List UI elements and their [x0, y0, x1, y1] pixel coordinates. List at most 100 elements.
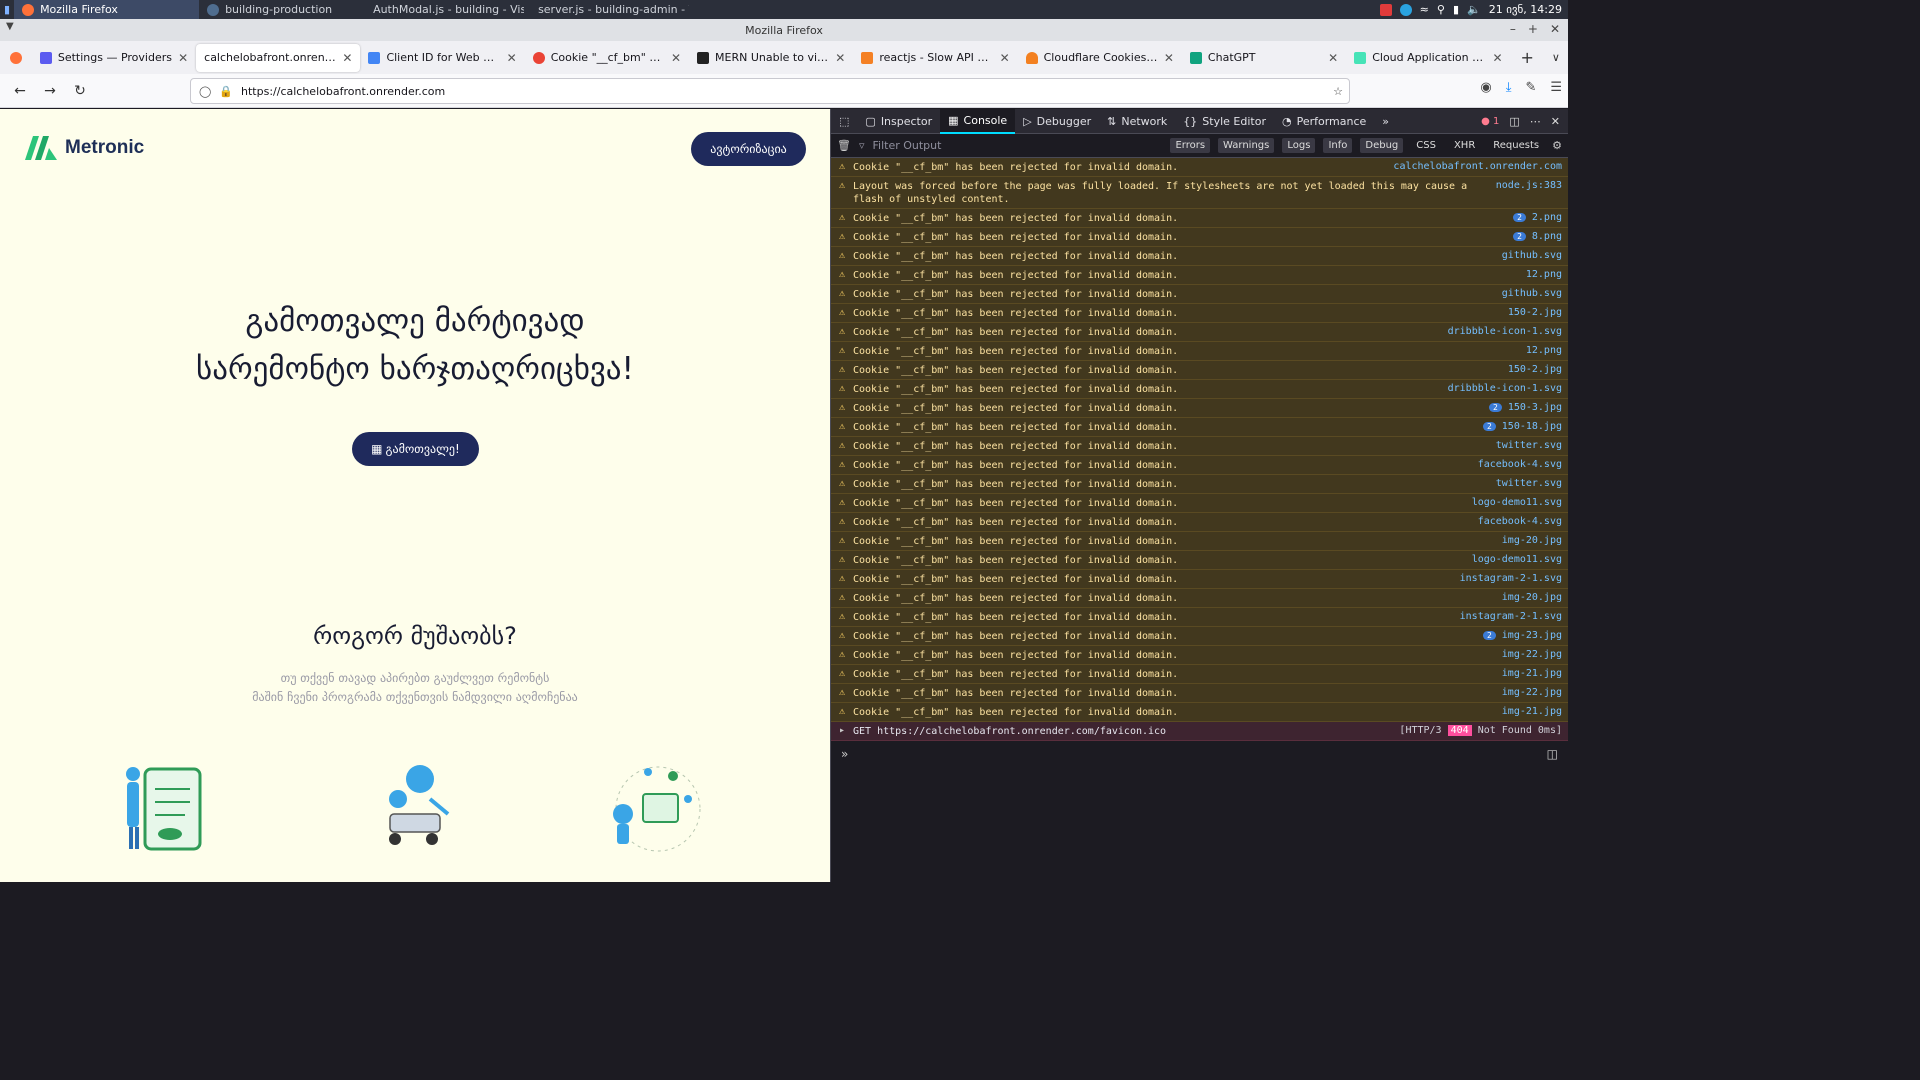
console-message-source[interactable]: 2 150-3.jpg: [1479, 402, 1562, 413]
battery-icon[interactable]: ▮: [1453, 3, 1459, 16]
console-message-row[interactable]: ⚠ Cookie "__cf_bm" has been rejected for …: [831, 285, 1568, 304]
console-message-source[interactable]: calchelobafront.onrender.com: [1383, 161, 1562, 172]
console-message-source[interactable]: github.svg: [1492, 288, 1562, 299]
console-message-row[interactable]: ⚠ Cookie "__cf_bm" has been rejected for …: [831, 247, 1568, 266]
console-message-source[interactable]: logo-demo11.svg: [1462, 554, 1562, 565]
source-link[interactable]: github.svg: [1502, 250, 1562, 261]
close-tab-icon[interactable]: ✕: [342, 51, 352, 65]
console-message-row[interactable]: ⚠ Cookie "__cf_bm" has been rejected for …: [831, 570, 1568, 589]
tab-chatgpt[interactable]: ChatGPT ✕: [1182, 44, 1346, 72]
site-logo[interactable]: Metronic: [25, 136, 144, 160]
source-link[interactable]: twitter.svg: [1496, 478, 1562, 489]
console-message-source[interactable]: img-20.jpg: [1492, 592, 1562, 603]
back-icon[interactable]: ←: [6, 77, 34, 105]
source-link[interactable]: img-22.jpg: [1502, 687, 1562, 698]
console-message-source[interactable]: 12.png: [1516, 345, 1562, 356]
tab-client-id[interactable]: Client ID for Web applica ✕: [360, 44, 524, 72]
more-options-icon[interactable]: ⋯: [1530, 115, 1541, 128]
tab-stackoverflow[interactable]: reactjs - Slow API Calls an ✕: [853, 44, 1017, 72]
console-settings-icon[interactable]: ⚙: [1552, 139, 1568, 152]
console-message-row[interactable]: ⚠ Cookie "__cf_bm" has been rejected for …: [831, 532, 1568, 551]
source-link[interactable]: 150-2.jpg: [1508, 307, 1562, 318]
console-message-source[interactable]: 2 img-23.jpg: [1473, 630, 1562, 641]
bookmark-star-icon[interactable]: ☆: [1333, 85, 1349, 98]
console-message-row[interactable]: ⚠ Cookie "__cf_bm" has been rejected for …: [831, 342, 1568, 361]
console-message-source[interactable]: img-20.jpg: [1492, 535, 1562, 546]
filter-xhr-button[interactable]: XHR: [1449, 138, 1480, 153]
tab-inspector[interactable]: ▢ Inspector: [857, 109, 940, 134]
console-message-source[interactable]: logo-demo11.svg: [1462, 497, 1562, 508]
source-link[interactable]: dribbble-icon-1.svg: [1448, 383, 1562, 394]
url-bar[interactable]: ◯ 🔒 https://calchelobafront.onrender.com…: [190, 78, 1350, 104]
source-link[interactable]: instagram-2-1.svg: [1460, 573, 1562, 584]
tab-render[interactable]: Cloud Application Hostin ✕: [1346, 44, 1510, 72]
console-message-source[interactable]: dribbble-icon-1.svg: [1438, 383, 1562, 394]
console-input[interactable]: » ◫: [831, 741, 1568, 767]
console-message-row[interactable]: ⚠ Cookie "__cf_bm" has been rejected for …: [831, 304, 1568, 323]
minimize-icon[interactable]: –: [1510, 22, 1516, 36]
console-message-source[interactable]: dribbble-icon-1.svg: [1438, 326, 1562, 337]
console-message-row[interactable]: ⚠ Cookie "__cf_bm" has been rejected for …: [831, 209, 1568, 228]
close-tab-icon[interactable]: ✕: [507, 51, 517, 65]
network-icon[interactable]: ≈: [1420, 3, 1429, 16]
source-link[interactable]: logo-demo11.svg: [1472, 554, 1562, 565]
element-picker-icon[interactable]: ⬚: [831, 109, 857, 134]
console-message-row[interactable]: ⚠ Cookie "__cf_bm" has been rejected for …: [831, 323, 1568, 342]
console-message-row[interactable]: ⚠ Cookie "__cf_bm" has been rejected for …: [831, 494, 1568, 513]
more-tabs-icon[interactable]: »: [1374, 109, 1397, 134]
console-message-row[interactable]: ⚠ Cookie "__cf_bm" has been rejected for …: [831, 418, 1568, 437]
tab-network[interactable]: ⇅ Network: [1099, 109, 1175, 134]
close-tab-icon[interactable]: ✕: [1000, 51, 1010, 65]
console-message-source[interactable]: node.js:383: [1486, 180, 1562, 191]
console-message-row[interactable]: ⚠ Cookie "__cf_bm" has been rejected for …: [831, 399, 1568, 418]
console-message-row[interactable]: ⚠ Cookie "__cf_bm" has been rejected for …: [831, 361, 1568, 380]
console-message-row[interactable]: ⚠ Cookie "__cf_bm" has been rejected for …: [831, 380, 1568, 399]
console-message-source[interactable]: 150-2.jpg: [1498, 307, 1562, 318]
console-message-source[interactable]: img-22.jpg: [1492, 687, 1562, 698]
source-link[interactable]: dribbble-icon-1.svg: [1448, 326, 1562, 337]
close-tab-icon[interactable]: ✕: [1164, 51, 1174, 65]
filter-errors-button[interactable]: Errors: [1170, 138, 1211, 153]
lock-icon[interactable]: 🔒: [219, 85, 233, 98]
source-link[interactable]: img-21.jpg: [1502, 706, 1562, 717]
console-message-row[interactable]: ⚠ Cookie "__cf_bm" has been rejected for …: [831, 437, 1568, 456]
tab-cloudflare[interactable]: Cloudflare Cookies · Clou ✕: [1018, 44, 1182, 72]
calculate-button[interactable]: ▦ გამოთვალე!: [352, 432, 479, 466]
console-message-source[interactable]: facebook-4.svg: [1468, 459, 1562, 470]
app-tray-icon[interactable]: [1379, 3, 1392, 16]
dock-icon[interactable]: ◫: [1509, 115, 1519, 128]
console-message-row[interactable]: ⚠ Cookie "__cf_bm" has been rejected for …: [831, 684, 1568, 703]
clock[interactable]: 21 ივნ, 14:29: [1489, 3, 1562, 16]
tab-settings-providers[interactable]: Settings — Providers ✕: [32, 44, 196, 72]
source-link[interactable]: facebook-4.svg: [1478, 459, 1562, 470]
forward-icon[interactable]: →: [36, 77, 64, 105]
console-message-row[interactable]: ⚠ Cookie "__cf_bm" has been rejected for …: [831, 475, 1568, 494]
tab-calchelobafront[interactable]: calchelobafront.onrender.com ✕: [196, 43, 361, 72]
source-link[interactable]: img-23.jpg: [1502, 630, 1562, 641]
taskbar-item-vscode-2[interactable]: server.js - building-admin - V...: [524, 0, 689, 19]
source-link[interactable]: img-22.jpg: [1502, 649, 1562, 660]
tab-cookie-search[interactable]: Cookie "__cf_bm" has bee ✕: [525, 44, 689, 72]
console-message-source[interactable]: img-22.jpg: [1492, 649, 1562, 660]
url-text[interactable]: https://calchelobafront.onrender.com: [241, 85, 445, 98]
console-message-row[interactable]: ⚠ Cookie "__cf_bm" has been rejected for …: [831, 228, 1568, 247]
console-message-row[interactable]: ⚠ Cookie "__cf_bm" has been rejected for …: [831, 158, 1568, 177]
pocket-icon[interactable]: ◉: [1480, 80, 1491, 95]
filter-css-button[interactable]: CSS: [1411, 138, 1441, 153]
source-link[interactable]: twitter.svg: [1496, 440, 1562, 451]
tab-debugger[interactable]: ▷ Debugger: [1015, 109, 1099, 134]
console-message-row[interactable]: ⚠ Cookie "__cf_bm" has been rejected for …: [831, 551, 1568, 570]
console-message-row[interactable]: ⚠ Cookie "__cf_bm" has been rejected for …: [831, 266, 1568, 285]
console-message-source[interactable]: twitter.svg: [1486, 440, 1562, 451]
source-link[interactable]: github.svg: [1502, 288, 1562, 299]
window-menu-icon[interactable]: ▼: [6, 21, 14, 32]
close-tab-icon[interactable]: ✕: [1328, 51, 1338, 65]
taskbar-item-firefox[interactable]: Mozilla Firefox: [14, 0, 200, 19]
close-window-icon[interactable]: ✕: [1550, 22, 1560, 36]
filter-info-button[interactable]: Info: [1323, 138, 1353, 153]
expand-arrow-icon[interactable]: ▸: [839, 725, 853, 736]
volume-icon[interactable]: 🔈: [1467, 3, 1481, 16]
downloads-icon[interactable]: ⤓: [1506, 80, 1512, 95]
tab-performance[interactable]: ◔ Performance: [1274, 109, 1374, 134]
taskbar-item-terminal[interactable]: building-production: [199, 0, 359, 19]
